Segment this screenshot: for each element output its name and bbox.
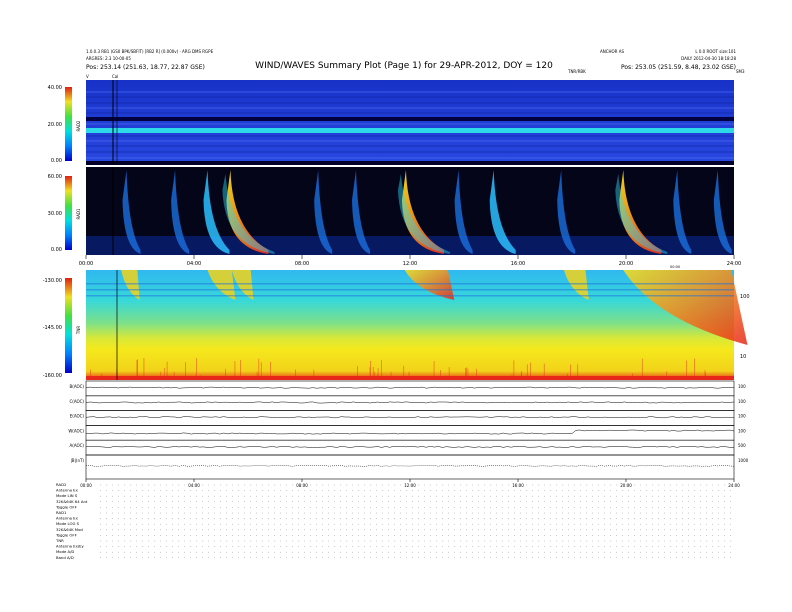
rad1-xtick-label: 12:00 bbox=[403, 261, 417, 267]
tnr-ytick-top: -130.00 bbox=[43, 278, 62, 284]
aux-row-right: 100 bbox=[738, 399, 746, 404]
footer-line: Mode LOG S bbox=[56, 521, 80, 526]
aux-xtick-label: 00:00 bbox=[80, 483, 92, 488]
aux-xtick-label: 04:00 bbox=[188, 483, 200, 488]
aux-row-trace bbox=[85, 446, 735, 448]
aux-xtick-label: 08:00 bbox=[296, 483, 308, 488]
footer-line: Antenna Ex bbox=[56, 516, 79, 521]
rad2-panel: RAD2 40.00 20.00 0.00 bbox=[48, 80, 734, 165]
rad1-label: RAD1 bbox=[76, 208, 81, 219]
rad1-ytick-mid: 30.00 bbox=[48, 211, 62, 217]
footer-line: Antenna Ex/Ey bbox=[56, 544, 84, 549]
aux-row-right: 500 bbox=[738, 443, 746, 448]
tnr-band bbox=[86, 289, 734, 291]
aux-row-trace bbox=[85, 429, 735, 435]
rad2-ytick-top: 40.00 bbox=[48, 85, 62, 91]
rad1-xtick-label: 24:00 bbox=[727, 261, 741, 267]
header-right-pos: Pos: 253.05 (251.59, 8.48, 23.02 GSE) bbox=[621, 64, 736, 71]
tnr-label: TNR bbox=[76, 326, 81, 335]
aux-row-right: 1000 bbox=[738, 458, 749, 463]
rad2-dark-band bbox=[86, 117, 734, 121]
rad1-xtick-label: 04:00 bbox=[187, 261, 201, 267]
header-left-line1: 1.0.0.3 RB1 (GS0 BPK/SBFIT) [RB2 R] (0.0… bbox=[86, 49, 214, 54]
rb-corner-left: V bbox=[86, 74, 89, 79]
rad2-cyan-band bbox=[86, 128, 734, 133]
aux-row-frame bbox=[85, 380, 735, 397]
header-left-line2: ARGRES: 2.3 10-00-05 bbox=[86, 56, 131, 61]
footer-line: RAD1 bbox=[56, 510, 67, 515]
footer-line: 32K&64K Mod bbox=[56, 527, 83, 532]
rad2-ytick-bottom: 0.00 bbox=[51, 158, 62, 164]
aux-row-frame bbox=[85, 395, 735, 411]
footer-info: RAD2Antenna ExMode LIN S32K&64K 64 AntTo… bbox=[55, 482, 734, 560]
aux-row-label: W(AOC) bbox=[68, 428, 84, 433]
aux-xtick-label: 24:00 bbox=[728, 483, 740, 488]
aux-xtick-label: 12:00 bbox=[404, 483, 416, 488]
rad1-xtick-label: 16:00 bbox=[511, 261, 525, 267]
tnr-xtick-small: 00:00 bbox=[670, 265, 680, 269]
aux-row-trace bbox=[85, 401, 735, 404]
footer-line: Toggle OFF bbox=[55, 532, 77, 537]
rad1-xaxis: 00:00 04:00 08:00 12:00 16:00 20:00 24:00 bbox=[79, 255, 741, 267]
rad2-colorbar bbox=[65, 87, 72, 161]
footer-line: Band A/D bbox=[56, 555, 74, 560]
footer-line: Mode A/D bbox=[56, 549, 74, 554]
tnr-colorbar bbox=[65, 278, 72, 373]
titlebar-small: TNR/RBK bbox=[567, 69, 586, 74]
aux-row-trace bbox=[85, 386, 735, 389]
aux-row-frame bbox=[85, 410, 735, 426]
tnr-ytick-bottom: -160.00 bbox=[43, 373, 62, 379]
tnr-panel: TNR -130.00 -145.00 -160.00 100 10 00:00 bbox=[43, 265, 750, 380]
header-left-pos: Pos: 253.14 (251.63, 18.77, 22.87 GSE) bbox=[86, 64, 205, 71]
rad1-xtick-label: 08:00 bbox=[295, 261, 309, 267]
tnr-right-tick-100: 100 bbox=[740, 294, 750, 300]
aux-row-trace bbox=[85, 416, 735, 419]
rad1-ytick-top: 60.00 bbox=[48, 174, 62, 180]
tnr-bottom-band bbox=[86, 376, 734, 380]
rad2-label: RAD2 bbox=[76, 120, 81, 131]
summary-plot: 1.0.0.3 RB1 (GS0 BPK/SBFIT) [RB2 R] (0.0… bbox=[43, 49, 750, 560]
aux-row-right: 100 bbox=[738, 384, 746, 389]
tnr-band bbox=[86, 295, 734, 297]
rad1-xtick-label: 20:00 bbox=[619, 261, 633, 267]
rb-corner-mid: Cal bbox=[112, 74, 118, 79]
aux-row-label: A(AOC) bbox=[70, 443, 85, 448]
rb-corner-right: SM3 bbox=[736, 69, 745, 74]
tnr-ytick-mid: -145.00 bbox=[43, 325, 62, 331]
rad2-bottom-band bbox=[86, 161, 734, 165]
header-right-line3: DAILY 2012-04-30 18:18:28 bbox=[681, 56, 736, 61]
footer-line: RAD2 bbox=[56, 482, 67, 487]
aux-row-right: 100 bbox=[738, 414, 746, 419]
rad1-colorbar bbox=[65, 176, 72, 250]
aux-row-label: E(AOC) bbox=[70, 414, 85, 419]
aux-panels: B(AOC) 100 C(AOC) 100 E(AOC) 100 W(AOC) 100 A(AO… bbox=[68, 380, 749, 480]
aux-row-right: 100 bbox=[738, 428, 746, 433]
aux-xtick-label: 20:00 bbox=[620, 483, 632, 488]
tnr-right-tick-10: 10 bbox=[740, 354, 746, 360]
aux-row-trace bbox=[85, 464, 735, 467]
rad1-panel: RAD1 60.00 30.00 0.00 00:00 04:00 08:00 12:… bbox=[48, 167, 741, 267]
aux-xaxis: 00:00 04:00 08:00 12:00 16:00 20:00 24:00 bbox=[80, 479, 740, 488]
footer-line: Mode LIN S bbox=[56, 493, 78, 498]
rad1-ytick-bottom: 0.00 bbox=[51, 247, 62, 253]
header-right-line1: ANCHOR AS bbox=[600, 49, 624, 54]
rad1-xtick-label: 00:00 bbox=[79, 261, 93, 267]
aux-row-label: B(AOC) bbox=[70, 384, 85, 389]
aux-xtick-label: 16:00 bbox=[512, 483, 524, 488]
footer-line: Antenna Ex bbox=[56, 488, 79, 493]
aux-row-label: C(AOC) bbox=[69, 399, 84, 404]
footer-line: Toggle OFF bbox=[55, 504, 77, 509]
aux-row-label: |B|(nT) bbox=[70, 458, 84, 463]
rad2-ytick-mid: 20.00 bbox=[48, 122, 62, 128]
aux-row-frame bbox=[85, 454, 735, 480]
tnr-band bbox=[86, 283, 734, 285]
header-right-line2: L 0.0 ROOT size:101 bbox=[695, 49, 736, 54]
aux-row-frame bbox=[85, 439, 735, 456]
footer-line: 32K&64K 64 Ant bbox=[56, 499, 88, 504]
plot-title: WIND/WAVES Summary Plot (Page 1) for 29-… bbox=[255, 61, 553, 71]
footer-line: TNR bbox=[55, 538, 64, 543]
